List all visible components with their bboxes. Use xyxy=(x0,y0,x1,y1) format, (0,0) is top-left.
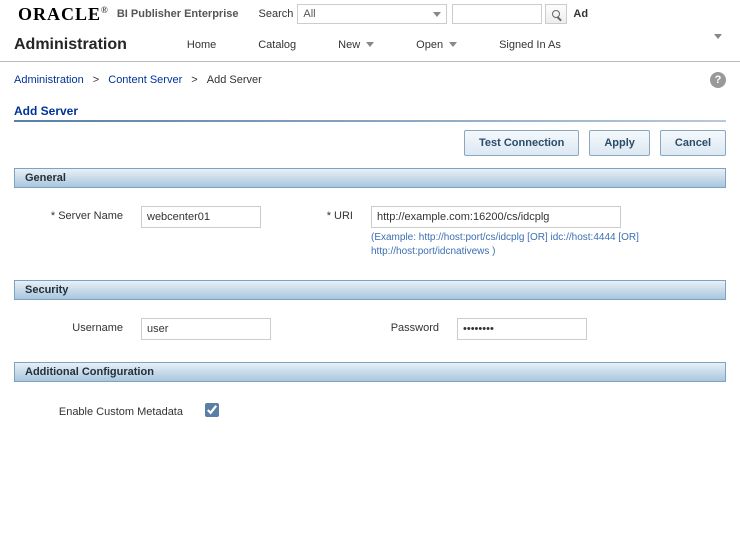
enable-metadata-checkbox[interactable] xyxy=(205,403,219,417)
search-label: Search xyxy=(259,8,294,20)
search-icon xyxy=(552,10,560,18)
chevron-down-icon xyxy=(433,12,441,17)
nav-open-label: Open xyxy=(416,39,443,51)
nav-new[interactable]: New xyxy=(338,39,374,51)
nav-new-label: New xyxy=(338,39,360,51)
username-label: Username xyxy=(28,318,123,334)
server-name-label: Server Name xyxy=(28,206,123,222)
chevron-down-icon xyxy=(366,42,374,47)
nav-open[interactable]: Open xyxy=(416,39,457,51)
help-icon[interactable]: ? xyxy=(710,72,726,88)
search-button[interactable] xyxy=(545,4,567,24)
search-scope-select[interactable]: All xyxy=(297,4,447,24)
section-security-header: Security xyxy=(14,280,726,300)
search-input[interactable] xyxy=(452,4,542,24)
password-label: Password xyxy=(319,318,439,334)
uri-label: URI xyxy=(299,206,353,222)
nav-catalog[interactable]: Catalog xyxy=(258,39,296,51)
breadcrumb-content-server[interactable]: Content Server xyxy=(108,74,182,86)
server-name-input[interactable] xyxy=(141,206,261,228)
section-additional-header: Additional Configuration xyxy=(14,362,726,382)
search-scope-value: All xyxy=(303,8,315,20)
page-title: Add Server xyxy=(14,104,726,118)
nav-home[interactable]: Home xyxy=(187,39,216,51)
cancel-button[interactable]: Cancel xyxy=(660,130,726,156)
test-connection-button[interactable]: Test Connection xyxy=(464,130,579,156)
page-section-title: Administration xyxy=(14,36,127,54)
enable-metadata-label: Enable Custom Metadata xyxy=(28,402,183,418)
username-input[interactable] xyxy=(141,318,271,340)
chevron-down-icon xyxy=(714,34,722,51)
breadcrumb-current: Add Server xyxy=(207,74,262,86)
breadcrumb: Administration Content Server Add Server… xyxy=(14,72,726,88)
top-right-cutoff: Ad xyxy=(573,8,588,20)
breadcrumb-sep xyxy=(90,74,103,86)
product-name: BI Publisher Enterprise xyxy=(117,8,239,20)
uri-input[interactable] xyxy=(371,206,621,228)
oracle-logo: ORACLE® xyxy=(18,4,109,25)
chevron-down-icon xyxy=(449,42,457,47)
section-general-header: General xyxy=(14,168,726,188)
apply-button[interactable]: Apply xyxy=(589,130,650,156)
title-divider xyxy=(14,120,726,122)
nav-signed-in[interactable]: Signed In As xyxy=(499,39,561,51)
user-menu-dropdown[interactable] xyxy=(714,39,726,51)
breadcrumb-administration[interactable]: Administration xyxy=(14,74,84,86)
password-input[interactable] xyxy=(457,318,587,340)
breadcrumb-sep xyxy=(188,74,201,86)
uri-hint: (Example: http://host:port/cs/idcplg [OR… xyxy=(371,231,661,258)
